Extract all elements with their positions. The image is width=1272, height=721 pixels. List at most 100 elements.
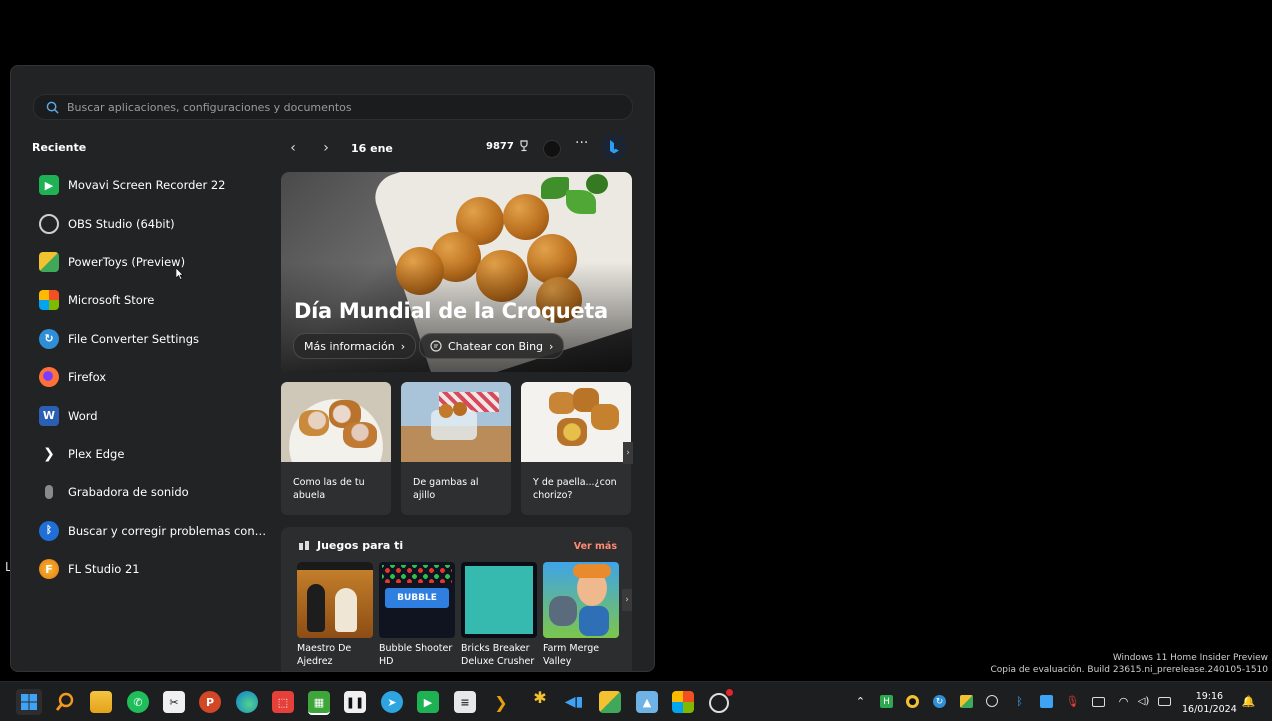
game-thumbnail-farm-merge: [543, 562, 619, 638]
search-box[interactable]: Buscar aplicaciones, configuraciones y d…: [33, 94, 633, 120]
file-explorer-icon[interactable]: [90, 691, 112, 713]
recipe-card[interactable]: De gambas al ajillo: [401, 382, 511, 515]
keyboard-icon[interactable]: [1092, 697, 1105, 707]
recent-item-microsoft-store[interactable]: Microsoft Store: [39, 281, 271, 319]
tray-yellow-app-icon[interactable]: ●: [906, 695, 919, 708]
document-icon[interactable]: ≡: [454, 691, 476, 713]
fl-studio-icon: F: [39, 559, 59, 580]
games-see-more-link[interactable]: Ver más: [574, 541, 617, 552]
game-tile[interactable]: Farm Merge Valley: [543, 562, 619, 668]
taskbar: ✆ ✂ P ⬚ ▦ ❚❚ ➤ ▶ ≡ ❯ ✱ ◀▮ ▲ ⌃ H ● ↻ ᛒ 🎙 …: [0, 681, 1272, 721]
crop-app-icon[interactable]: ⬚: [272, 691, 294, 713]
tray-powertoys-icon[interactable]: [960, 695, 973, 708]
capcut-icon[interactable]: ✂: [163, 691, 185, 713]
avatar[interactable]: [543, 140, 561, 158]
telegram-icon[interactable]: ➤: [381, 691, 403, 713]
recipe-cards: Como las de tu abuela De gambas al ajill…: [281, 382, 633, 516]
cards-next-arrow-icon[interactable]: ›: [623, 442, 633, 464]
taskbar-clock[interactable]: 19:16 16/01/2024: [1182, 690, 1237, 716]
rewards-points[interactable]: 9877: [486, 140, 530, 152]
game-thumbnail-chess: [297, 562, 373, 638]
recent-item-firefox[interactable]: Firefox: [39, 358, 271, 396]
wifi-icon[interactable]: ◠: [1117, 695, 1130, 708]
recent-item-obs[interactable]: OBS Studio (64bit): [39, 204, 271, 242]
settings-gear-icon[interactable]: ✱: [529, 686, 551, 708]
tray-bluetooth-icon[interactable]: ᛒ: [1013, 695, 1026, 708]
movavi-taskbar-icon[interactable]: ▶: [417, 691, 439, 713]
tray-blue-app-icon[interactable]: [1040, 695, 1053, 708]
audio-editor-icon[interactable]: ◀▮: [563, 691, 585, 713]
obs-icon: [39, 213, 59, 234]
recent-heading: Reciente: [32, 141, 87, 154]
recent-item-sound-recorder[interactable]: Grabadora de sonido: [39, 473, 271, 511]
tray-microphone-icon[interactable]: 🎙: [1066, 695, 1080, 708]
game-thumbnail-bubble-shooter: BUBBLE: [379, 562, 455, 638]
edge-icon[interactable]: [236, 691, 258, 713]
recipe-image: [281, 382, 391, 462]
recipe-caption: De gambas al ajillo: [413, 477, 479, 501]
recent-item-plex-edge[interactable]: ❯ Plex Edge: [39, 435, 271, 473]
tray-file-converter-icon[interactable]: ↻: [933, 695, 946, 708]
recipe-card[interactable]: Y de paella...¿con chorizo?: [521, 382, 631, 515]
game-tile[interactable]: Bricks Breaker Deluxe Crusher: [461, 562, 537, 668]
game-tile[interactable]: Maestro De Ajedrez: [297, 562, 373, 668]
search-placeholder: Buscar aplicaciones, configuraciones y d…: [67, 100, 352, 114]
start-button-windows-icon[interactable]: [16, 689, 42, 715]
powertoys-taskbar-icon[interactable]: [599, 691, 621, 713]
start-menu: Buscar aplicaciones, configuraciones y d…: [10, 65, 655, 672]
recent-item-file-converter[interactable]: ↻ File Converter Settings: [39, 320, 271, 358]
bluetooth-icon: ᛒ: [39, 520, 59, 541]
games-heading: Juegos para ti: [298, 539, 403, 552]
recent-item-label: Firefox: [68, 370, 107, 385]
more-options-icon[interactable]: ···: [575, 135, 588, 151]
widget-header: ‹ › 16 ene 9877 ···: [281, 131, 633, 165]
chat-with-bing-button[interactable]: Chatear con Bing ›: [419, 333, 565, 359]
recipe-caption: Como las de tu abuela: [293, 477, 365, 501]
widget-date: 16 ene: [351, 141, 393, 155]
spreadsheet-app-icon[interactable]: ▦: [308, 691, 330, 715]
game-name: Farm Merge Valley: [543, 643, 600, 667]
image-viewer-icon[interactable]: ▲: [636, 691, 658, 713]
more-info-button[interactable]: Más información ›: [293, 333, 417, 359]
pause-app-icon[interactable]: ❚❚: [344, 691, 366, 713]
chevron-right-icon: ›: [400, 339, 406, 353]
recipe-card[interactable]: Como las de tu abuela: [281, 382, 391, 515]
recent-item-fl-studio[interactable]: F FL Studio 21: [39, 550, 271, 588]
recent-item-movavi[interactable]: ▶ Movavi Screen Recorder 22: [39, 166, 271, 204]
plex-taskbar-icon[interactable]: ❯: [490, 691, 512, 713]
recent-item-label: Grabadora de sonido: [68, 485, 189, 500]
obs-taskbar-icon[interactable]: [709, 689, 733, 713]
bing-icon[interactable]: [601, 134, 627, 160]
movavi-icon: ▶: [39, 175, 59, 196]
volume-icon[interactable]: ◁): [1137, 695, 1150, 708]
game-name: Maestro De Ajedrez: [297, 643, 352, 667]
game-thumbnail-bricks-breaker: [461, 562, 537, 638]
chevron-up-icon[interactable]: ⌃: [854, 695, 867, 708]
watermark-line1: Windows 11 Home Insider Preview: [1112, 653, 1268, 663]
chevron-right-icon[interactable]: ›: [314, 136, 338, 160]
notification-dot: [726, 689, 733, 696]
recent-item-label: PowerToys (Preview): [68, 254, 186, 269]
store-taskbar-icon[interactable]: [672, 691, 694, 713]
powerpoint-icon[interactable]: P: [199, 691, 221, 713]
recent-item-word[interactable]: W Word: [39, 396, 271, 434]
battery-icon[interactable]: [1158, 697, 1171, 706]
chevron-left-icon[interactable]: ‹: [281, 136, 305, 160]
recent-item-powertoys[interactable]: PowerToys (Preview): [39, 243, 271, 281]
more-info-label: Más información: [304, 339, 395, 353]
tray-obs-icon[interactable]: [986, 695, 998, 707]
hero-card[interactable]: Día Mundial de la Croqueta Más informaci…: [281, 172, 632, 372]
whatsapp-icon[interactable]: ✆: [127, 691, 149, 713]
recent-item-label: Microsoft Store: [68, 293, 155, 308]
store-icon: [39, 290, 59, 311]
games-next-arrow-icon[interactable]: ›: [622, 589, 632, 611]
recent-list: ▶ Movavi Screen Recorder 22 OBS Studio (…: [39, 166, 271, 588]
recent-item-bluetooth-troubleshoot[interactable]: ᛒ Buscar y corregir problemas con disp..…: [39, 512, 271, 550]
game-name: Bubble Shooter HD: [379, 643, 453, 667]
firefox-icon: [39, 367, 59, 388]
search-icon[interactable]: [54, 691, 76, 713]
notification-bell-icon[interactable]: 🔔: [1242, 695, 1256, 708]
tray-green-app-icon[interactable]: H: [880, 695, 893, 708]
game-tile[interactable]: BUBBLE Bubble Shooter HD: [379, 562, 455, 668]
plex-icon: ❯: [43, 445, 55, 462]
